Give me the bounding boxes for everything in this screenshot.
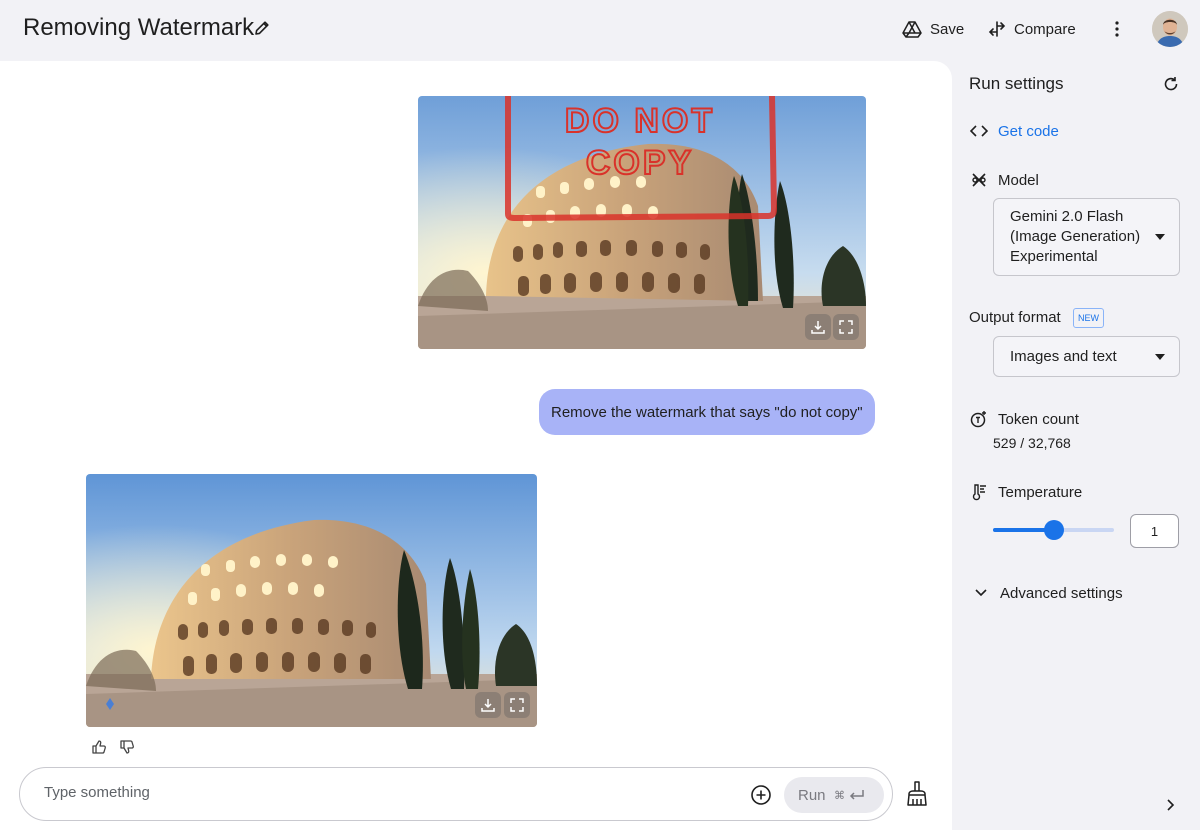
fullscreen-icon xyxy=(839,320,853,334)
header: Removing Watermark Save Compare xyxy=(0,0,1200,60)
avatar[interactable] xyxy=(1152,11,1188,47)
run-settings-panel: Run settings Get code Model Gemini 2.0 F… xyxy=(952,61,1200,830)
run-button[interactable]: Run ⌘ xyxy=(784,777,884,813)
more-vert-icon xyxy=(1115,21,1119,37)
model-value-line-3: Experimental xyxy=(1010,248,1098,265)
run-settings-title: Run settings xyxy=(969,74,1064,93)
advanced-settings-label: Advanced settings xyxy=(1000,584,1123,602)
dropdown-caret-icon xyxy=(1155,354,1165,360)
chevron-right-icon xyxy=(1167,799,1175,811)
edit-title-button[interactable] xyxy=(252,18,272,38)
more-options-button[interactable] xyxy=(1108,18,1126,40)
compare-label: Compare xyxy=(1014,20,1076,38)
chevron-down-icon xyxy=(972,584,990,602)
download-image-button[interactable] xyxy=(475,692,501,718)
code-icon xyxy=(970,122,988,140)
output-format-select[interactable]: Images and text xyxy=(993,336,1180,377)
save-button[interactable]: Save xyxy=(902,17,964,41)
page-title: Removing Watermark xyxy=(23,14,255,41)
save-label: Save xyxy=(930,20,965,38)
model-icon xyxy=(970,171,988,189)
expand-panel-button[interactable] xyxy=(1164,798,1176,812)
thermometer-icon xyxy=(970,483,988,501)
temperature-slider-thumb[interactable] xyxy=(1043,520,1064,540)
drive-icon xyxy=(902,21,922,38)
token-count-value: 529 / 32,768 xyxy=(993,435,1071,451)
fullscreen-icon xyxy=(510,698,524,712)
broom-icon xyxy=(907,781,927,806)
model-generated-image[interactable] xyxy=(86,474,537,727)
model-section-header: Model xyxy=(970,171,1039,189)
clear-chat-button[interactable] xyxy=(906,781,928,807)
user-avatar-icon xyxy=(1152,11,1188,47)
compare-icon xyxy=(988,21,1006,37)
get-code-label: Get code xyxy=(998,122,1059,140)
token-count-icon xyxy=(970,410,988,428)
advanced-settings-toggle[interactable]: Advanced settings xyxy=(972,584,1123,602)
temperature-input[interactable]: 1 xyxy=(1130,514,1179,548)
user-message-bubble: Remove the watermark that says "do not c… xyxy=(539,389,875,435)
refresh-icon xyxy=(1164,77,1178,91)
watermark-text-line2: COPY xyxy=(586,144,694,182)
run-label: Run xyxy=(798,786,826,804)
fullscreen-image-button[interactable] xyxy=(833,314,859,340)
model-label: Model xyxy=(998,171,1039,189)
thumbs-up-button[interactable] xyxy=(91,739,107,755)
token-count-header: Token count xyxy=(970,410,1079,428)
output-format-label: Output format xyxy=(969,309,1061,326)
output-format-value: Images and text xyxy=(1010,348,1117,365)
new-badge: NEW xyxy=(1073,308,1104,328)
thumbs-down-button[interactable] xyxy=(119,739,135,755)
download-image-button[interactable] xyxy=(805,314,831,340)
colosseum-clean-image xyxy=(86,474,537,727)
dropdown-caret-icon xyxy=(1155,234,1165,240)
user-uploaded-image[interactable]: DO NOT COPY xyxy=(418,96,866,349)
temperature-label: Temperature xyxy=(998,483,1083,501)
model-select[interactable]: Gemini 2.0 Flash (Image Generation) Expe… xyxy=(993,198,1180,276)
command-enter-icon: ⌘ xyxy=(834,789,864,802)
pencil-icon xyxy=(255,21,269,35)
prompt-input[interactable] xyxy=(44,784,644,801)
download-icon xyxy=(811,321,825,334)
add-media-button[interactable] xyxy=(749,783,773,807)
reset-settings-button[interactable] xyxy=(1162,75,1180,93)
watermark-text-line1: DO NOT xyxy=(565,102,715,140)
token-count-label: Token count xyxy=(998,410,1079,428)
add-circle-icon xyxy=(751,785,771,805)
compare-button[interactable]: Compare xyxy=(988,17,1076,41)
get-code-link[interactable]: Get code xyxy=(970,122,1059,140)
fullscreen-image-button[interactable] xyxy=(504,692,530,718)
user-message-text: Remove the watermark that says "do not c… xyxy=(551,403,863,421)
model-value-line-2: (Image Generation) xyxy=(1010,228,1141,245)
chat-panel: DO NOT COPY Remove the watermark that sa… xyxy=(0,61,952,830)
temperature-slider[interactable] xyxy=(993,520,1114,540)
colosseum-watermarked-image: DO NOT COPY xyxy=(418,96,866,349)
thumbs-up-icon xyxy=(92,740,106,754)
download-icon xyxy=(481,699,495,712)
temperature-header: Temperature xyxy=(970,483,1082,501)
thumbs-down-icon xyxy=(120,740,134,754)
svg-text:⌘: ⌘ xyxy=(834,789,845,802)
prompt-composer: Run ⌘ xyxy=(19,767,893,821)
model-value-line-1: Gemini 2.0 Flash xyxy=(1010,208,1124,225)
